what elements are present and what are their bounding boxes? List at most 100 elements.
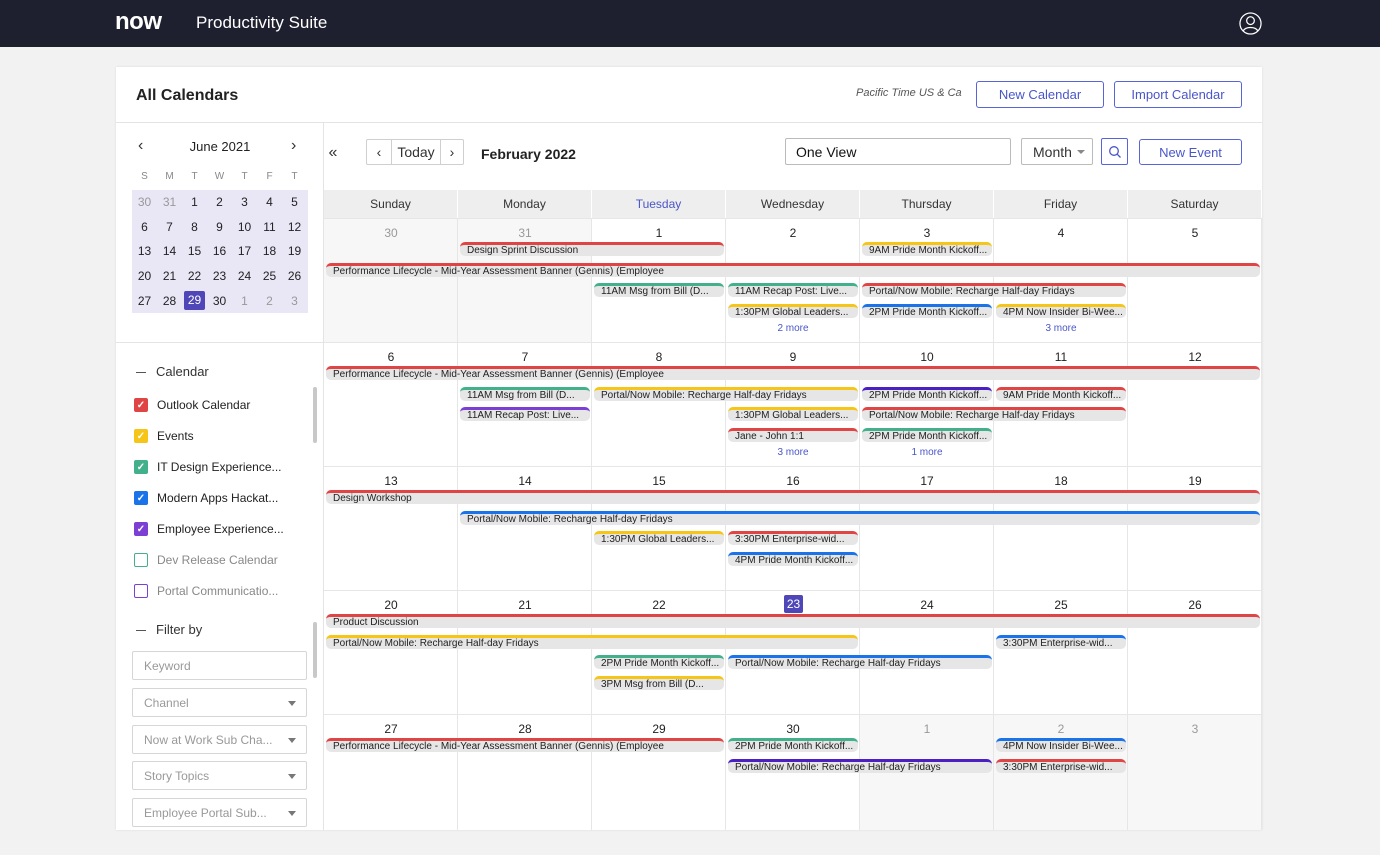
checkbox-icon[interactable]: ✓ [134, 491, 148, 505]
collapse-sidebar-icon[interactable]: « [324, 140, 342, 166]
mini-day[interactable]: 25 [257, 269, 282, 283]
more-events-link[interactable]: 3 more [994, 323, 1128, 334]
calendar-event[interactable]: 9AM Pride Month Kickoff... [996, 386, 1126, 401]
calendar-event[interactable]: 1:30PM Global Leaders... [594, 531, 724, 545]
import-calendar-button[interactable]: Import Calendar [1114, 81, 1242, 108]
calendar-event[interactable]: 11AM Msg from Bill (D... [594, 283, 724, 297]
calendar-day-cell[interactable]: 24 [860, 591, 994, 715]
mini-day[interactable]: 6 [132, 220, 157, 234]
mini-day[interactable]: 19 [282, 244, 307, 258]
mini-day[interactable]: 10 [232, 220, 257, 234]
mini-day[interactable]: 1 [182, 195, 207, 209]
calendar-day-cell[interactable]: 19 [1128, 467, 1262, 591]
story-topics-select[interactable]: Story Topics [132, 761, 307, 790]
calendar-event[interactable]: Portal/Now Mobile: Recharge Half-day Fri… [728, 655, 992, 669]
calendar-event[interactable]: Performance Lifecycle - Mid-Year Assessm… [326, 366, 1260, 380]
calendar-event[interactable]: 2PM Pride Month Kickoff... [862, 303, 992, 318]
mini-day[interactable]: 20 [132, 269, 157, 283]
checkbox-icon[interactable]: ✓ [134, 398, 148, 412]
mini-day[interactable]: 2 [257, 294, 282, 308]
calendar-day-cell[interactable]: 30 [726, 715, 860, 830]
calendar-event[interactable]: 1:30PM Global Leaders... [728, 303, 858, 318]
calendar-day-cell[interactable]: 22 [592, 591, 726, 715]
new-event-button[interactable]: New Event [1139, 139, 1242, 165]
calendar-day-cell[interactable]: 16 [726, 467, 860, 591]
calendar-event[interactable]: Portal/Now Mobile: Recharge Half-day Fri… [728, 758, 992, 773]
now-at-work-select[interactable]: Now at Work Sub Cha... [132, 725, 307, 754]
checkbox-icon[interactable] [134, 584, 148, 598]
next-period-button[interactable]: › [440, 139, 464, 165]
calendar-event[interactable]: Portal/Now Mobile: Recharge Half-day Fri… [326, 634, 858, 649]
calendar-day-cell[interactable]: 28 [458, 715, 592, 830]
calendar-event[interactable]: Performance Lifecycle - Mid-Year Assessm… [326, 262, 1260, 277]
calendar-list-item[interactable]: ✓ Outlook Calendar [134, 396, 250, 414]
calendar-event[interactable]: Product Discussion [326, 614, 1260, 628]
calendar-section-header[interactable]: Calendar [136, 364, 209, 379]
calendar-day-cell[interactable]: 26 [1128, 591, 1262, 715]
mini-day[interactable]: 2 [207, 195, 232, 209]
calendar-event[interactable]: 11AM Recap Post: Live... [728, 283, 858, 297]
calendar-event[interactable]: Performance Lifecycle - Mid-Year Assessm… [326, 738, 724, 752]
calendar-list-item[interactable]: Dev Release Calendar [134, 551, 278, 569]
now-logo[interactable]: now [115, 8, 162, 36]
calendar-event[interactable]: 11AM Recap Post: Live... [460, 407, 590, 421]
checkbox-icon[interactable]: ✓ [134, 429, 148, 443]
mini-day[interactable]: 22 [182, 269, 207, 283]
mini-day[interactable]: 12 [282, 220, 307, 234]
mini-day[interactable]: 11 [257, 220, 282, 234]
user-profile-icon[interactable] [1239, 12, 1262, 35]
calendar-day-cell[interactable]: 1 [592, 219, 726, 343]
calendar-event[interactable]: Design Workshop [326, 490, 1260, 504]
mini-day[interactable]: 14 [157, 244, 182, 258]
mini-day[interactable]: 26 [282, 269, 307, 283]
calendar-day-cell[interactable]: 8 [592, 343, 726, 467]
calendar-day-cell[interactable]: 5 [1128, 219, 1262, 343]
filter-section-header[interactable]: Filter by [136, 622, 202, 637]
mini-day[interactable]: 18 [257, 244, 282, 258]
view-mode-select[interactable]: Month [1021, 138, 1093, 165]
mini-day[interactable]: 24 [232, 269, 257, 283]
calendar-day-cell[interactable]: 25 [994, 591, 1128, 715]
more-events-link[interactable]: 3 more [726, 447, 860, 458]
mini-day[interactable]: 15 [182, 244, 207, 258]
calendar-event[interactable]: Portal/Now Mobile: Recharge Half-day Fri… [862, 407, 1126, 421]
calendar-day-cell[interactable]: 17 [860, 467, 994, 591]
calendar-event[interactable]: 4PM Now Insider Bi-Wee... [996, 303, 1126, 318]
mini-day[interactable]: 9 [207, 220, 232, 234]
calendar-event[interactable]: Portal/Now Mobile: Recharge Half-day Fri… [460, 510, 1260, 525]
calendar-event[interactable]: 2PM Pride Month Kickoff... [862, 427, 992, 442]
calendar-event[interactable]: 2PM Pride Month Kickoff... [728, 738, 858, 752]
mini-day[interactable]: 13 [132, 244, 157, 258]
calendar-day-cell[interactable]: 15 [592, 467, 726, 591]
calendar-list-item[interactable]: ✓ IT Design Experience... [134, 458, 282, 476]
mini-day[interactable]: 5 [282, 195, 307, 209]
mini-day[interactable]: 28 [157, 294, 182, 308]
keyword-input[interactable]: Keyword [132, 651, 307, 680]
calendar-list-item[interactable]: Portal Communicatio... [134, 582, 278, 600]
calendar-event[interactable]: 4PM Now Insider Bi-Wee... [996, 738, 1126, 752]
mini-day[interactable]: 29 [184, 291, 205, 311]
calendar-event[interactable]: 2PM Pride Month Kickoff... [594, 655, 724, 669]
calendar-day-cell[interactable]: 18 [994, 467, 1128, 591]
mini-day[interactable]: 4 [257, 195, 282, 209]
employee-portal-select[interactable]: Employee Portal Sub... [132, 798, 307, 827]
calendar-day-cell[interactable]: 23 [726, 591, 860, 715]
calendar-day-cell[interactable]: 13 [324, 467, 458, 591]
today-button[interactable]: Today [391, 139, 441, 165]
calendar-event[interactable]: 3:30PM Enterprise-wid... [728, 531, 858, 545]
mini-next-month-icon[interactable]: › [291, 137, 296, 155]
calendar-day-cell[interactable]: 11 [994, 343, 1128, 467]
calendar-day-cell[interactable]: 27 [324, 715, 458, 830]
calendar-event[interactable]: 4PM Pride Month Kickoff... [728, 551, 858, 566]
calendar-day-cell[interactable]: 20 [324, 591, 458, 715]
more-events-link[interactable]: 1 more [860, 447, 994, 458]
mini-day[interactable]: 17 [232, 244, 257, 258]
mini-day[interactable]: 7 [157, 220, 182, 234]
calendar-day-cell[interactable]: 31 [458, 219, 592, 343]
calendar-list-item[interactable]: ✓ Modern Apps Hackat... [134, 489, 278, 507]
search-button[interactable] [1101, 138, 1128, 165]
checkbox-icon[interactable] [134, 553, 148, 567]
calendar-day-cell[interactable]: 14 [458, 467, 592, 591]
calendar-day-cell[interactable]: 7 [458, 343, 592, 467]
calendar-list-item[interactable]: ✓ Events [134, 427, 194, 445]
